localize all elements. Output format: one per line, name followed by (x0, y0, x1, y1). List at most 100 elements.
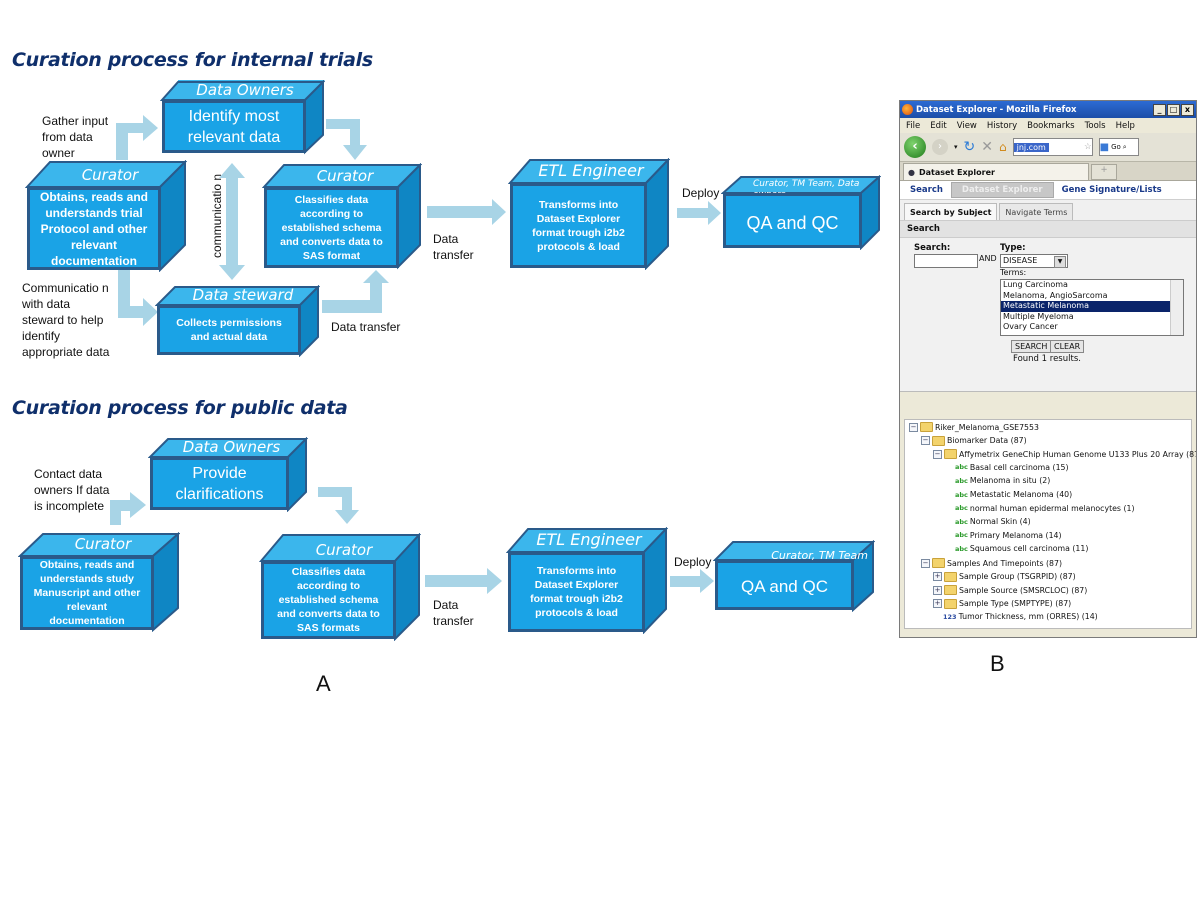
term-option-selected[interactable]: Metastatic Melanoma (1001, 301, 1183, 312)
firefox-logo-icon (902, 104, 913, 115)
tree-node-label: Normal Skin (4) (969, 517, 1031, 527)
tab-bar: ● Dataset Explorer + (900, 162, 1196, 181)
google-icon: ■ (1099, 141, 1110, 153)
tree-node[interactable]: − Riker_Melanoma_GSE7553 (909, 422, 1039, 432)
text-concept-icon: abc (955, 531, 968, 540)
home-icon[interactable]: ⌂ (999, 140, 1007, 154)
close-button[interactable]: x (1181, 103, 1194, 116)
tree-node[interactable]: abc Normal Skin (4) (955, 517, 1031, 526)
back-button[interactable]: ‹ (904, 136, 926, 158)
menu-help[interactable]: Help (1116, 121, 1135, 131)
terms-scrollbar[interactable] (1170, 280, 1183, 335)
menu-bookmarks[interactable]: Bookmarks (1027, 121, 1075, 131)
arrow-etl-to-qa (677, 201, 721, 225)
tree-node-label: Tumor Thickness, mm (ORRES) (14) (958, 612, 1098, 622)
menu-file[interactable]: File (906, 121, 920, 131)
stop-icon[interactable]: ✕ (981, 139, 993, 155)
app-navigation: Search Dataset Explorer Gene Signature/L… (900, 181, 1196, 200)
role-label: Data Owners (196, 81, 294, 99)
collapse-icon[interactable]: − (909, 422, 918, 432)
nav-gene-signature[interactable]: Gene Signature/Lists (1062, 185, 1162, 195)
type-select[interactable]: DISEASE ▼ (1000, 254, 1068, 268)
tree-node[interactable]: abc Basal cell carcinoma (15) (955, 463, 1069, 472)
maximize-button[interactable]: □ (1167, 103, 1180, 116)
history-dropdown-icon[interactable]: ▾ (954, 143, 958, 151)
minimize-button[interactable]: _ (1153, 103, 1166, 116)
role-label: Data steward (192, 286, 294, 304)
expand-icon[interactable]: + (933, 572, 942, 582)
tree-node[interactable]: + Sample Group (TSGRPID) (87) (933, 571, 1076, 582)
menu-bar: File Edit View History Bookmarks Tools H… (900, 118, 1196, 133)
tree-node[interactable]: abc normal human epidermal melanocytes (1… (955, 504, 1135, 513)
box-public-curator-classifies: Curator Classifies data according to est… (259, 533, 421, 641)
collapse-icon[interactable]: − (921, 558, 930, 568)
tree-node[interactable]: − Biomarker Data (87) (921, 435, 1027, 446)
terms-listbox[interactable]: Lung Carcinoma Melanoma, AngioSarcoma Me… (1000, 279, 1184, 336)
collapse-icon[interactable]: − (921, 436, 930, 446)
tab-navigate-terms[interactable]: Navigate Terms (999, 203, 1074, 220)
tree-node[interactable]: − Affymetrix GeneChip Human Genome U133 P… (933, 449, 1196, 460)
text-concept-icon: abc (955, 544, 968, 553)
label-data-transfer-public: Data transfer (433, 598, 474, 628)
search-input[interactable] (914, 254, 978, 268)
chevron-down-icon[interactable]: ▼ (1054, 256, 1066, 268)
nav-dataset-explorer[interactable]: Dataset Explorer (950, 182, 1054, 198)
url-bar[interactable]: jnj.com ☆ (1012, 138, 1093, 156)
tree-node-label: Sample Type (SMPTYPE) (87) (959, 599, 1072, 609)
search-button[interactable]: SEARCH (1011, 340, 1052, 353)
search-magnifier-icon[interactable]: ⌕ (1123, 143, 1127, 152)
arrow-public-curator-to-owners (110, 492, 146, 525)
box-public-qa: Curator, TM Team QA and QC (713, 540, 875, 612)
forward-button[interactable]: › (932, 139, 948, 155)
box-internal-data-steward: Data steward Collects permissions and ac… (155, 285, 320, 357)
tree-node[interactable]: abc Squamous cell carcinoma (11) (955, 544, 1088, 553)
box-text: Transforms into Dataset Explorer format … (532, 198, 625, 253)
expand-icon[interactable]: + (933, 599, 942, 609)
bookmark-star-icon[interactable]: ☆ (1084, 142, 1092, 152)
tree-node[interactable]: − Samples And Timepoints (87) (921, 558, 1062, 568)
box-text: Collects permissions and actual data (176, 317, 282, 343)
tab-favicon-icon: ● (908, 167, 915, 177)
nav-search[interactable]: Search (910, 185, 943, 195)
box-text: Provide clarifications (175, 464, 264, 503)
menu-tools[interactable]: Tools (1085, 121, 1106, 131)
menu-edit[interactable]: Edit (930, 121, 946, 131)
term-option[interactable]: Multiple Myeloma (1001, 312, 1183, 323)
term-option[interactable]: Ovary Cancer (1001, 322, 1183, 333)
tree-node-label: Basal cell carcinoma (15) (969, 462, 1069, 472)
folder-icon (944, 585, 957, 596)
expand-icon[interactable]: + (933, 585, 942, 595)
tree-node[interactable]: + Sample Source (SMSRCLOC) (87) (933, 585, 1088, 596)
box-text: Obtains, reads and understands trial Pro… (39, 189, 149, 268)
tree-node[interactable]: 123 Tumor Thickness, mm (ORRES) (14) (943, 612, 1098, 621)
tree-node[interactable]: abc Melanoma in situ (2) (955, 476, 1050, 485)
role-label: ETL Engineer (536, 530, 642, 549)
tree-node-label: Sample Source (SMSRCLOC) (87) (959, 585, 1088, 595)
role-label: Curator (316, 167, 374, 185)
arrow-curator2-to-etl (427, 199, 506, 225)
label-gather-input: Gather input from data owner (42, 114, 109, 160)
tree-node[interactable]: + Sample Type (SMPTYPE) (87) (933, 598, 1072, 609)
tree-node[interactable]: abc Primary Melanoma (14) (955, 531, 1062, 540)
reload-icon[interactable]: ↻ (964, 139, 976, 155)
title-bar: Dataset Explorer - Mozilla Firefox _ □ x (900, 101, 1196, 118)
menu-view[interactable]: View (957, 121, 977, 131)
tree-node-label: Primary Melanoma (14) (969, 530, 1062, 540)
search-box[interactable]: ■ Go ⌕ (1098, 138, 1139, 156)
term-option[interactable]: Lung Carcinoma (1001, 280, 1183, 291)
new-tab-button[interactable]: + (1091, 164, 1117, 180)
tree-node[interactable]: abc Metastatic Melanoma (40) (955, 490, 1072, 499)
collapse-icon[interactable]: − (933, 449, 942, 459)
label-data-transfer-etl: Data transfer (433, 232, 474, 262)
label-deploy: Deploy (682, 186, 720, 200)
role-label: ETL Engineer (538, 161, 644, 180)
term-option[interactable]: Melanoma, AngioSarcoma (1001, 291, 1183, 302)
menu-history[interactable]: History (987, 121, 1017, 131)
box-public-etl-engineer: ETL Engineer Transforms into Dataset Exp… (506, 527, 668, 634)
browser-tab[interactable]: ● Dataset Explorer (903, 163, 1089, 180)
search-panel: Search Search: AND Type: DISEASE ▼ Terms:… (900, 221, 1196, 392)
tab-search-by-subject[interactable]: Search by Subject (904, 203, 998, 220)
clear-button[interactable]: CLEAR (1050, 340, 1085, 353)
tree-node-label: Samples And Timepoints (87) (947, 558, 1062, 568)
result-count: Found 1 results. (1013, 354, 1081, 364)
